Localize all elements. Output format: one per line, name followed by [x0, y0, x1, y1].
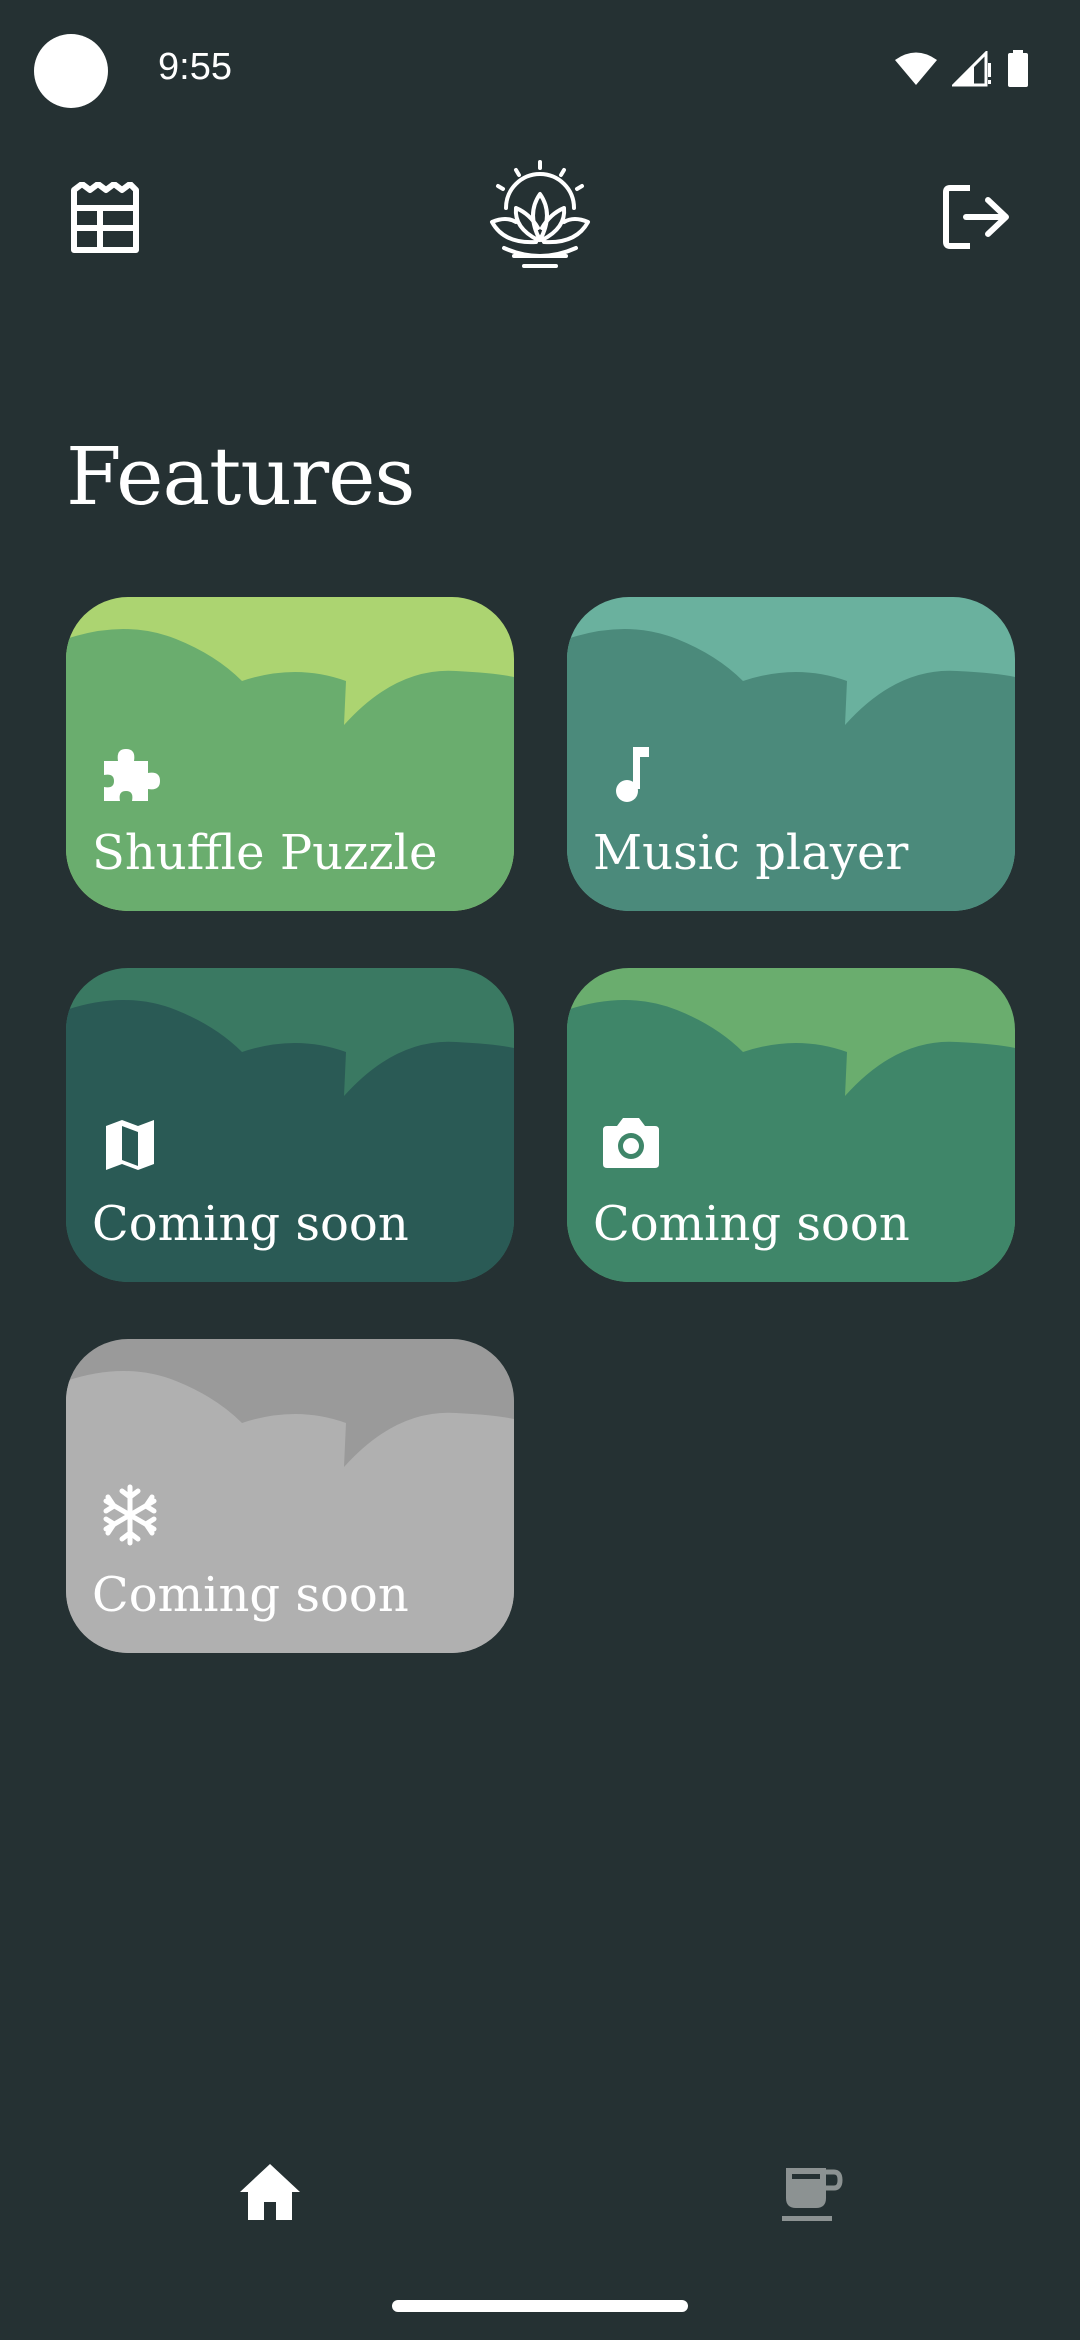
feature-card-coming-soon-camera[interactable]: Coming soon [567, 968, 1015, 1282]
battery-icon [1008, 50, 1028, 87]
status-bar: 9:55 [0, 0, 1080, 140]
camera-icon [603, 1118, 659, 1168]
feature-label: Shuffle Puzzle [92, 825, 438, 881]
feature-card-coming-soon-snowflake[interactable]: Coming soon [66, 1339, 514, 1653]
camera-cutout [34, 34, 108, 108]
logout-icon[interactable] [940, 180, 1014, 254]
newspaper-icon[interactable] [68, 182, 142, 256]
feature-label: Coming soon [92, 1567, 409, 1623]
feature-label: Music player [593, 825, 909, 881]
bottom-navigation [0, 2130, 1080, 2270]
wifi-icon [895, 52, 937, 85]
feature-card-shuffle-puzzle[interactable]: Shuffle Puzzle [66, 597, 514, 911]
feature-card-coming-soon-map[interactable]: Coming soon [66, 968, 514, 1282]
status-icons [894, 50, 1030, 88]
gesture-bar[interactable] [392, 2300, 688, 2312]
music-note-icon [616, 747, 649, 802]
feature-label: Coming soon [593, 1196, 910, 1252]
feature-label: Coming soon [92, 1196, 409, 1252]
coffee-cup-icon[interactable] [780, 2162, 844, 2226]
home-icon[interactable] [236, 2158, 304, 2226]
snowflake-icon [103, 1484, 157, 1546]
puzzle-icon [104, 749, 160, 801]
page-title: Features [66, 430, 415, 523]
signal-icon [952, 51, 991, 87]
top-app-bar [0, 160, 1080, 280]
status-time: 9:55 [158, 46, 232, 88]
feature-card-music-player[interactable]: Music player [567, 597, 1015, 911]
map-icon [106, 1120, 154, 1170]
lotus-logo [490, 160, 590, 268]
